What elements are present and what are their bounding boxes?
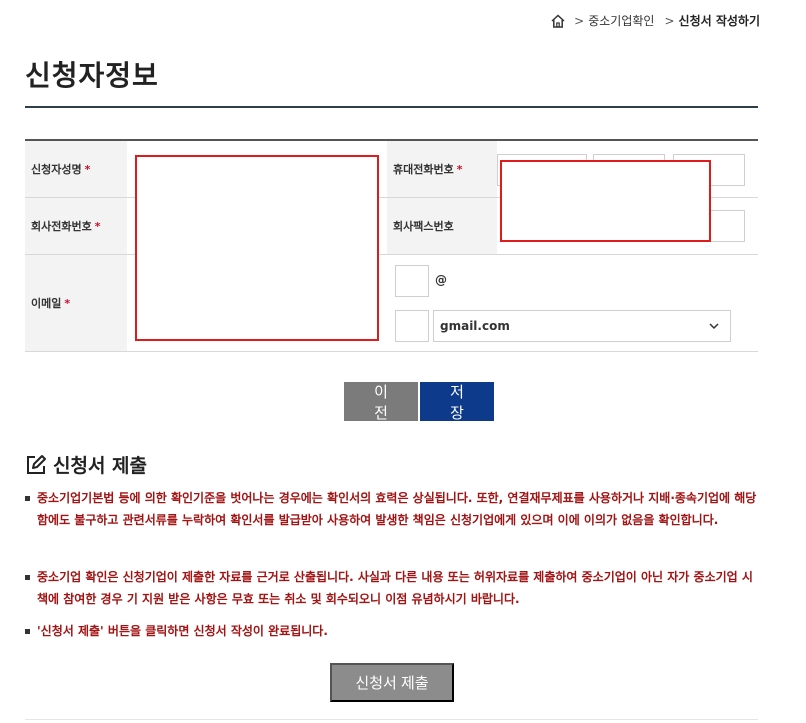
submit-application-button[interactable]: 신청서 제출: [330, 663, 454, 702]
bullet: [25, 629, 30, 634]
required-mark: *: [64, 296, 71, 310]
page-title: 신청자정보: [25, 59, 159, 92]
mobile-label: 휴대전화번호 *: [387, 141, 497, 197]
home-icon[interactable]: [550, 13, 566, 29]
edit-square-icon: [27, 454, 46, 474]
redaction-box-right: [500, 160, 711, 242]
required-mark: *: [84, 162, 91, 176]
breadcrumb-item-current: 신청서 작성하기: [678, 14, 760, 28]
breadcrumb-separator: >: [574, 13, 585, 28]
company-fax-label: 회사팩스번호: [387, 198, 497, 254]
company-phone-label: 회사전화번호 *: [25, 198, 127, 254]
title-divider: [25, 106, 758, 108]
email-label: 이메일 *: [25, 255, 127, 351]
applicant-name-label: 신청자성명 *: [25, 141, 127, 197]
bottom-divider: [25, 719, 758, 720]
form-buttons: 이전 저장: [0, 382, 806, 422]
breadcrumb-separator: >: [664, 13, 675, 28]
breadcrumb-item-sme-check[interactable]: 중소기업확인: [588, 12, 654, 29]
email-domain-select[interactable]: gmail.com: [433, 310, 731, 342]
required-mark: *: [94, 219, 101, 233]
notice-item: 중소기업기본법 등에 의한 확인기준을 벗어나는 경우에는 확인서의 효력은 상…: [25, 487, 760, 531]
breadcrumb: > 중소기업확인 > 신청서 작성하기: [550, 12, 760, 29]
email-id-field[interactable]: [395, 265, 429, 297]
redaction-box-left: [135, 155, 379, 341]
email-domain-field[interactable]: [395, 310, 429, 342]
required-mark: *: [456, 162, 463, 176]
bullet: [25, 575, 30, 580]
at-sign: @: [435, 273, 447, 287]
prev-button[interactable]: 이전: [344, 382, 418, 422]
notice-item: 중소기업 확인은 신청기업이 제출한 자료를 근거로 산출됩니다. 사실과 다른…: [25, 566, 760, 610]
save-button[interactable]: 저장: [420, 382, 494, 422]
chevron-down-icon: [709, 323, 719, 330]
bullet: [25, 496, 30, 501]
notice-item: '신청서 제출' 버튼을 클릭하면 신청서 작성이 완료됩니다.: [25, 620, 760, 642]
section-title: 신청서 제출: [25, 451, 147, 478]
email-domain-selected: gmail.com: [440, 319, 510, 333]
